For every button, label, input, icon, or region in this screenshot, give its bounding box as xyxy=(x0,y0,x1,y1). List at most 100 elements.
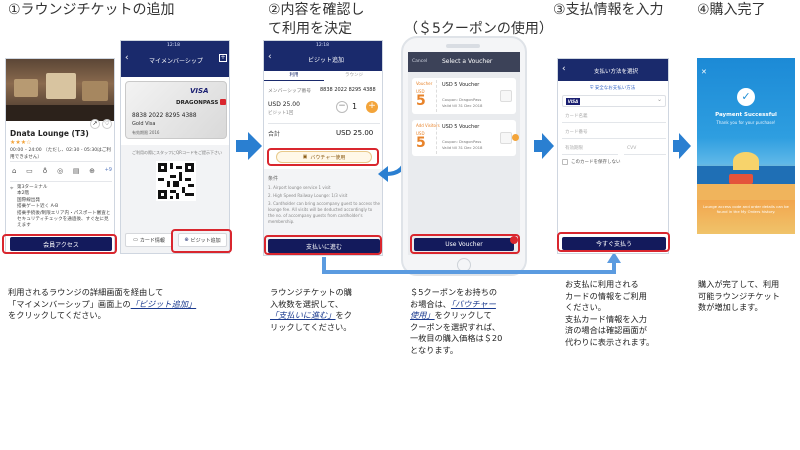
cardholder-name-input[interactable]: カード名義 xyxy=(562,111,666,123)
share-icon[interactable]: ↗ xyxy=(90,119,100,129)
lounge-location-info: 第3ターミナル 本2階 国際線出発 搭乗ゲート近く A-B 搭乗手続後/制限エリ… xyxy=(17,185,113,230)
step4-desc-line1: 購入が完了して、利用 xyxy=(698,279,780,289)
voucher-2-stamp-icon xyxy=(500,132,512,144)
success-subtitle: Thank you for your purchase! xyxy=(716,120,776,125)
flow-arrow-1-icon xyxy=(248,132,262,160)
voucher-1-code: Coupon: DragonPass xyxy=(442,97,482,102)
tab-usage[interactable]: 利用 xyxy=(264,71,324,81)
cvv-input[interactable]: CVV xyxy=(624,143,666,155)
payment-success-screen: ✕ ✓ Payment Successful Thank you for you… xyxy=(697,58,795,234)
back-icon-2[interactable]: ‹ xyxy=(268,52,272,62)
success-check-icon: ✓ xyxy=(737,88,755,106)
step2b-desc-line2: お場合は、「バウチャー xyxy=(410,299,550,311)
step2-title-line2: て利用を決定 xyxy=(268,21,352,37)
tab-lounge[interactable]: ラウンジ xyxy=(324,71,382,81)
wifi-icon: ⌂ xyxy=(12,167,17,175)
highlight-use-voucher xyxy=(267,148,379,166)
term-3: 3. Cardholder can bring accompany guest … xyxy=(268,201,380,224)
amenity-icons: ⌂ ▭ ♁ ◎ ▤ ⊕ +9 xyxy=(12,167,112,177)
flow-arrow-3-icon xyxy=(679,133,691,159)
status-time-2: 12:18 xyxy=(316,43,329,48)
step2b-desc-voucher-link-1: 「バウチャー xyxy=(450,298,496,309)
back-icon-3[interactable]: ‹ xyxy=(562,64,566,74)
card-info-button[interactable]: ▭ カード情報 xyxy=(125,233,173,247)
card-brand-select[interactable]: VISA ⌄ xyxy=(562,95,666,107)
save-card-label: このカードを保存しない xyxy=(571,160,621,165)
step2b-description: ＄5クーポンをお持ちの お場合は、「バウチャー 使用」をクリックして クーポンを… xyxy=(410,287,550,356)
card-type: Gold Visa xyxy=(132,121,156,127)
voucher-1-valid: Valid till 31 Dec 2018 xyxy=(442,103,483,108)
quantity-value: 1 xyxy=(352,102,358,111)
flow-arrow-2-icon xyxy=(542,133,554,159)
card-number-input[interactable]: カード番号 xyxy=(562,127,666,139)
voucher-1-label: Voucher xyxy=(416,81,433,86)
highlight-pay-now xyxy=(557,232,670,252)
lounge-detail-screen: ↗ ♡ Dnata Lounge (T3) ★★★☆ 00:00 – 24:00… xyxy=(5,58,115,254)
step4-desc-line3: 数が増加します。 xyxy=(698,302,763,312)
voucher-1-stamp-icon xyxy=(500,90,512,102)
save-card-checkbox[interactable] xyxy=(562,159,568,165)
step2b-desc-line6: となります。 xyxy=(410,344,459,355)
step2b-desc-line1: ＄5クーポンをお持ちの xyxy=(410,287,498,297)
step3-desc-line2: カードの情報をご利用 xyxy=(565,290,647,301)
close-icon[interactable]: ✕ xyxy=(701,68,707,76)
heart-icon[interactable]: ♡ xyxy=(102,119,112,129)
secure-payment-label: 安全なお支払い方法 xyxy=(594,86,636,91)
location-pin-icon: ⌖ xyxy=(10,185,14,192)
quantity-increase-button[interactable]: + xyxy=(366,101,378,113)
select-voucher-screen: Cancel Select a Voucher Voucher USD 5 US… xyxy=(408,52,520,255)
expiry-input[interactable]: 有効期限 xyxy=(562,143,618,155)
step3-desc-line3: ください。 xyxy=(565,302,606,312)
step1-desc-line3: をクリックしてください。 xyxy=(8,310,106,320)
step4-description: 購入が完了して、利用 可能ラウンジチケット 数が増加します。 xyxy=(698,279,798,314)
voucher-1-title: USD 5 Voucher xyxy=(442,82,480,88)
lounge-rating: ★★★☆ xyxy=(10,139,32,146)
highlight-add-visit xyxy=(171,229,232,253)
add-icon[interactable]: + xyxy=(219,54,227,62)
phone-speaker xyxy=(446,44,480,48)
voucher-2-code: Coupon: DragonPass xyxy=(442,139,482,144)
step2-desc-line4: リックしてください。 xyxy=(270,321,352,332)
step2b-desc-line3b: をクリックして xyxy=(434,310,492,320)
step1-title: ①ラウンジチケットの追加 xyxy=(8,2,175,18)
my-membership-screen: 12:18 ‹ マイメンバーシップ + VISA DRAGONPASS 8838… xyxy=(120,40,230,254)
voucher-2-valid: Valid till 31 Dec 2018 xyxy=(442,145,483,150)
lounge-photo xyxy=(6,59,114,121)
step2b-desc-line2a: お場合は、 xyxy=(410,298,451,309)
deckchair-illustration xyxy=(729,174,753,184)
add-visit-title: ビジット追加 xyxy=(308,57,345,64)
visa-logo: VISA xyxy=(190,87,209,95)
amenity-more[interactable]: +9 xyxy=(105,167,112,177)
voucher-card-1[interactable]: Voucher USD 5 USD 5 Voucher Coupon: Drag… xyxy=(412,78,516,114)
voucher-header-bar: Cancel Select a Voucher xyxy=(408,52,520,72)
visit-price: USD 25.00 xyxy=(268,101,300,108)
connector-horizontal xyxy=(322,270,616,274)
cancel-link[interactable]: Cancel xyxy=(412,59,427,64)
visa-badge: VISA xyxy=(566,98,580,105)
lounge-name: Dnata Lounge (T3) xyxy=(10,129,89,138)
back-icon[interactable]: ‹ xyxy=(125,53,129,63)
highlight-member-access xyxy=(2,234,117,254)
card-icon: ▭ xyxy=(133,237,138,243)
drink-icon: ♁ xyxy=(42,167,48,175)
payment-title: 支払い方法を選択 xyxy=(594,69,639,75)
lounge-hours: 00:00 – 24:00 （ただし、02:30 - 05:30はご利用できませ… xyxy=(10,148,111,160)
step2-desc-proceed-link: 「支払いに進む」 xyxy=(270,310,336,320)
connector-vertical-right xyxy=(612,262,616,274)
food-icon: ◎ xyxy=(57,167,64,175)
step1-desc-line2a: 「マイメンバーシップ」画面上の xyxy=(8,298,131,309)
step3-desc-line1: お支払に利用される xyxy=(565,279,639,289)
membership-card: VISA DRAGONPASS 8838 2022 8295 4388 Gold… xyxy=(125,81,227,139)
step1-desc-line1: 利用されるラウンジの詳細画面を経由して xyxy=(8,287,164,297)
voucher-card-2[interactable]: Add Visitors USD 5 USD 5 Voucher Coupon:… xyxy=(412,120,519,156)
quantity-decrease-button[interactable]: − xyxy=(336,101,348,113)
step2-desc-line3: 「支払いに進む」をク xyxy=(270,310,390,322)
step2-title-line1: ②内容を確認し xyxy=(268,2,365,18)
qr-code xyxy=(156,161,196,201)
voucher-title: Select a Voucher xyxy=(442,58,493,65)
newspaper-icon: ▤ xyxy=(72,167,80,175)
dragonpass-emblem-icon xyxy=(220,99,226,105)
step3-title: ③支払情報を入力 xyxy=(553,2,664,18)
dragonpass-logo: DRAGONPASS xyxy=(176,100,219,106)
step3-description: お支払に利用される カードの情報をご利用 ください。 支払カード情報を入力 済の… xyxy=(565,279,675,348)
